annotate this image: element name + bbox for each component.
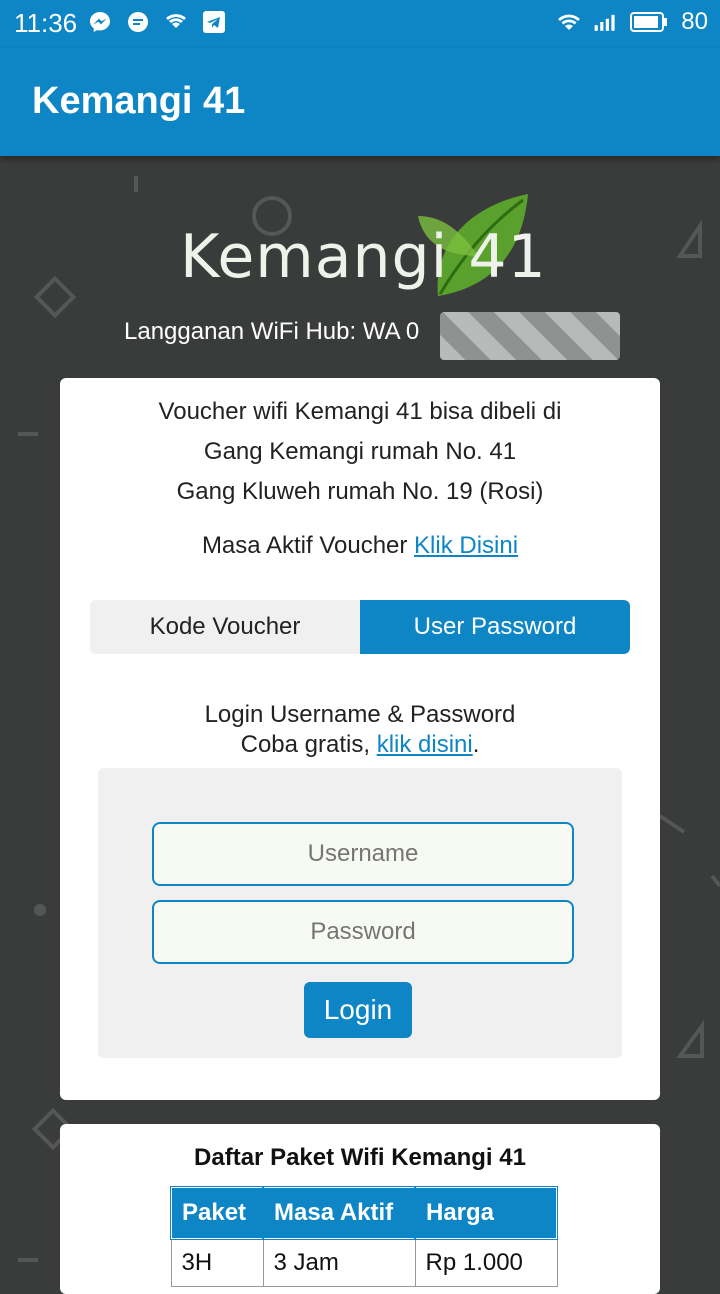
table-header-row: Paket Masa Aktif Harga <box>170 1186 558 1240</box>
wifi-alert-icon <box>166 14 186 28</box>
battery-icon <box>630 12 668 32</box>
app-title: Kemangi 41 <box>32 80 246 122</box>
password-input[interactable] <box>152 900 574 964</box>
voucher-info: Voucher wifi Kemangi 41 bisa dibeli di G… <box>60 392 660 512</box>
login-caption-title: Login Username & Password <box>204 701 516 728</box>
logo-text: Kemangi 41 <box>180 222 547 292</box>
trial-prefix: Coba gratis, <box>240 731 377 758</box>
subscription-info: Langganan WiFi Hub: WA 0 <box>124 318 420 345</box>
trial-link[interactable]: klik disini <box>377 731 473 758</box>
login-tabs: Kode Voucher User Password <box>90 600 630 654</box>
telegram-icon <box>203 11 225 33</box>
trial-suffix: . <box>472 731 480 758</box>
col-harga: Harga <box>414 1186 558 1240</box>
cell-masa-aktif: 3 Jam <box>262 1238 416 1287</box>
login-caption: Login Username & Password Coba gratis, k… <box>60 700 660 760</box>
table-row: 3H 3 Jam Rp 1.000 <box>170 1238 558 1287</box>
cell-paket: 3H <box>170 1238 264 1287</box>
wifi-icon <box>558 14 581 30</box>
status-time: 11:36 <box>14 8 78 38</box>
app-bar: Kemangi 41 <box>0 48 720 156</box>
username-input[interactable] <box>152 822 574 886</box>
packages-card: Daftar Paket Wifi Kemangi 41 Paket Masa … <box>60 1124 660 1294</box>
info-line: Gang Kemangi rumah No. 41 <box>203 438 517 465</box>
notification-icons <box>88 10 226 34</box>
tab-user-password[interactable]: User Password <box>360 600 630 654</box>
col-paket: Paket <box>170 1186 264 1240</box>
system-icons: 80 <box>557 8 708 36</box>
tab-kode-voucher[interactable]: Kode Voucher <box>90 600 360 654</box>
login-form: Login <box>98 768 622 1058</box>
packages-table: Paket Masa Aktif Harga 3H 3 Jam Rp 1.000 <box>170 1186 558 1287</box>
battery-level: 80 <box>681 8 708 35</box>
packages-title: Daftar Paket Wifi Kemangi 41 <box>194 1144 526 1171</box>
masa-aktif-link[interactable]: Klik Disini <box>414 532 518 559</box>
redacted-phone-number <box>440 312 620 360</box>
info-line: Voucher wifi Kemangi 41 bisa dibeli di <box>158 398 562 425</box>
login-button[interactable]: Login <box>304 982 412 1038</box>
info-line: Gang Kluweh rumah No. 19 (Rosi) <box>176 478 544 505</box>
status-bar: 11:36 80 <box>0 0 720 48</box>
masa-aktif-label: Masa Aktif Voucher <box>201 532 415 559</box>
trial-line: Coba gratis, klik disini. <box>60 730 660 760</box>
chat-icon <box>128 12 148 32</box>
messenger-icon <box>90 12 110 32</box>
signal-icon <box>594 14 615 31</box>
masa-aktif-line: Masa Aktif Voucher Klik Disini <box>60 532 660 560</box>
col-masa-aktif: Masa Aktif <box>262 1186 416 1240</box>
cell-harga: Rp 1.000 <box>414 1238 558 1287</box>
